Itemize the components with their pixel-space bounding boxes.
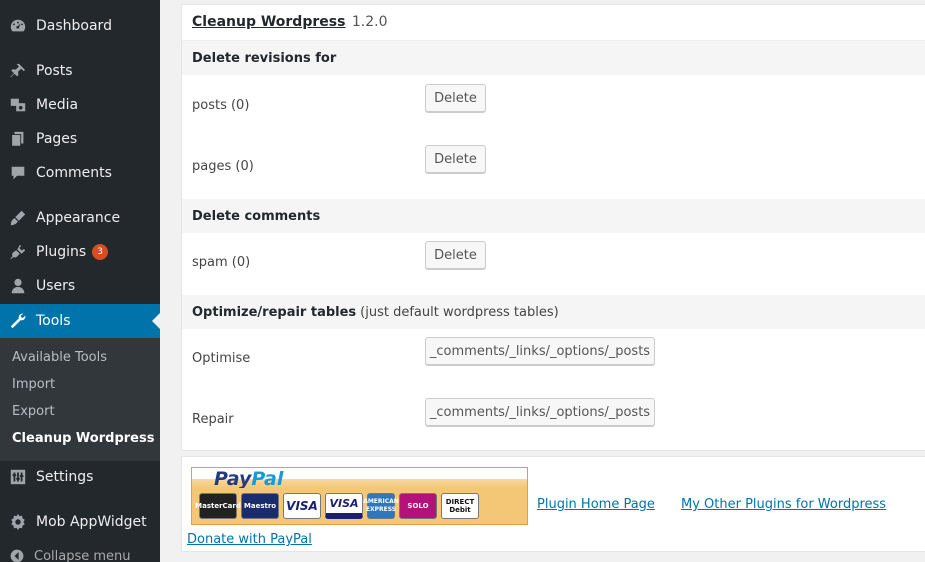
user-icon xyxy=(0,277,36,295)
plug-icon xyxy=(0,243,36,261)
submenu-item-export[interactable]: Export xyxy=(12,404,55,419)
amex-icon: AMERICAN EXPRESS xyxy=(363,493,399,519)
page-title: Cleanup Wordpress 1.2.0 xyxy=(192,14,388,30)
cleanup-panel: Cleanup Wordpress 1.2.0 Delete revisions… xyxy=(181,4,925,451)
plugin-title-link[interactable]: Cleanup Wordpress xyxy=(192,14,345,30)
repair-label: Repair xyxy=(192,412,234,427)
paypal-donate-banner[interactable]: PayPal MasterCard Maestro VISA VISA AMER… xyxy=(191,467,528,525)
sidebar-item-label: Pages xyxy=(36,131,78,147)
paypal-logo: PayPal xyxy=(214,468,284,490)
visa-icon: VISA xyxy=(283,493,321,519)
gear-icon xyxy=(0,513,36,531)
delete-posts-revisions-button[interactable]: Delete xyxy=(425,84,486,112)
section-title: Delete comments xyxy=(192,208,321,224)
sidebar-item-plugins[interactable]: Plugins 3 xyxy=(0,235,160,269)
delete-spam-button[interactable]: Delete xyxy=(425,241,486,269)
sidebar-item-mob-appwidget[interactable]: Mob AppWidget xyxy=(0,505,160,539)
submenu-item-cleanup-wordpress[interactable]: Cleanup Wordpress xyxy=(12,431,154,446)
payment-cards: MasterCard Maestro VISA VISA AMERICAN EX… xyxy=(192,488,527,524)
pages-revisions-label: pages (0) xyxy=(192,159,254,174)
sidebar-item-label: Posts xyxy=(36,63,73,79)
media-icon xyxy=(0,96,36,114)
submenu-item-available-tools[interactable]: Available Tools xyxy=(12,350,107,365)
sidebar-item-dashboard[interactable]: Dashboard xyxy=(0,9,160,43)
sidebar-item-users[interactable]: Users xyxy=(0,269,160,303)
solo-icon: SOLO xyxy=(399,493,437,519)
sidebar-item-label: Tools xyxy=(36,313,71,329)
donate-panel: PayPal MasterCard Maestro VISA VISA AMER… xyxy=(181,456,925,552)
mastercard-icon: MasterCard xyxy=(195,493,241,519)
sidebar-item-label: Media xyxy=(36,97,79,113)
sidebar-item-comments[interactable]: Comments xyxy=(0,156,160,190)
pin-icon xyxy=(0,62,36,80)
submenu-item-import[interactable]: Import xyxy=(12,377,55,392)
dashboard-icon xyxy=(0,17,36,35)
collapse-arrow-icon xyxy=(0,548,34,562)
sidebar-item-label: Mob AppWidget xyxy=(36,514,147,530)
donate-paypal-link[interactable]: Donate with PayPal xyxy=(187,532,312,547)
repair-tables-button[interactable]: _comments/_links/_options/_posts xyxy=(425,398,655,426)
plugin-home-page-link[interactable]: Plugin Home Page xyxy=(537,497,655,512)
spam-comments-label: spam (0) xyxy=(192,255,251,270)
visa-electron-icon: VISA xyxy=(325,493,363,519)
sidebar-item-label: Appearance xyxy=(36,210,121,226)
collapse-menu-button[interactable]: Collapse menu xyxy=(0,544,160,562)
other-plugins-link[interactable]: My Other Plugins for Wordpress xyxy=(681,497,886,512)
sidebar-item-label: Plugins xyxy=(36,244,87,260)
sidebar-item-label: Users xyxy=(36,278,76,294)
plugin-version: 1.2.0 xyxy=(351,14,388,30)
section-head-revisions: Delete revisions for xyxy=(182,41,925,75)
sidebar-item-media[interactable]: Media xyxy=(0,88,160,122)
posts-revisions-label: posts (0) xyxy=(192,98,250,113)
section-head-optimize: Optimize/repair tables (just default wor… xyxy=(182,295,925,329)
sidebar-item-label: Dashboard xyxy=(36,18,112,34)
section-note: (just default wordpress tables) xyxy=(360,304,559,320)
sidebar-item-posts[interactable]: Posts xyxy=(0,54,160,88)
tools-submenu: Available Tools Import Export Cleanup Wo… xyxy=(0,338,160,461)
comment-icon xyxy=(0,164,36,182)
pages-icon xyxy=(0,130,36,148)
brush-icon xyxy=(0,209,36,227)
sidebar-item-label: Settings xyxy=(36,469,94,485)
section-title: Delete revisions for xyxy=(192,50,337,66)
optimise-tables-button[interactable]: _comments/_links/_options/_posts xyxy=(425,337,655,365)
settings-icon xyxy=(0,468,36,486)
admin-sidebar: Dashboard Posts Media Pages Comments App… xyxy=(0,0,160,562)
sidebar-item-settings[interactable]: Settings xyxy=(0,460,160,494)
update-count-badge: 3 xyxy=(92,244,109,260)
maestro-icon: Maestro xyxy=(241,493,279,519)
direct-debit-icon: DIRECT Debit xyxy=(441,493,479,519)
sidebar-item-pages[interactable]: Pages xyxy=(0,122,160,156)
optimise-label: Optimise xyxy=(192,351,251,366)
section-head-comments: Delete comments xyxy=(182,199,925,233)
wrench-icon xyxy=(0,312,36,330)
sidebar-item-tools[interactable]: Tools xyxy=(0,304,160,338)
section-title: Optimize/repair tables xyxy=(192,304,357,320)
delete-pages-revisions-button[interactable]: Delete xyxy=(425,145,486,173)
sidebar-item-appearance[interactable]: Appearance xyxy=(0,201,160,235)
collapse-menu-label: Collapse menu xyxy=(34,548,131,562)
sidebar-item-label: Comments xyxy=(36,165,112,181)
